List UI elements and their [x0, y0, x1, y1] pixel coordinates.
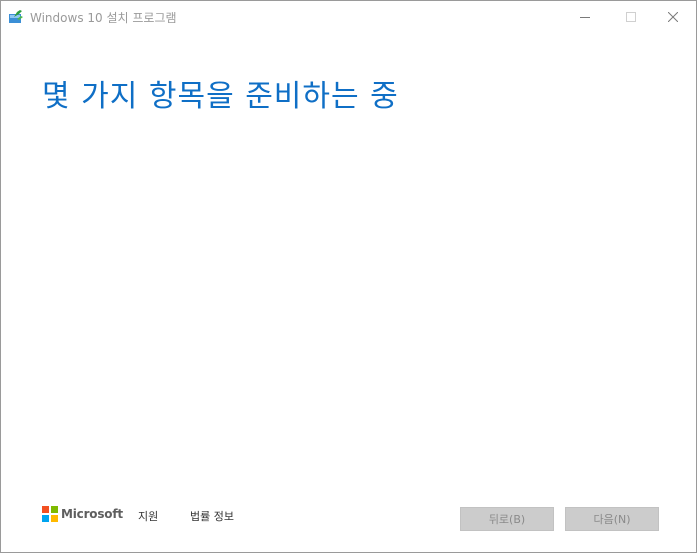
minimize-button[interactable] [562, 1, 608, 32]
close-button[interactable] [650, 1, 696, 32]
back-button[interactable]: 뒤로(B) [460, 507, 554, 531]
maximize-icon [626, 11, 636, 22]
setup-app-icon [8, 9, 24, 23]
legal-info-link[interactable]: 법률 정보 [190, 508, 234, 524]
support-link[interactable]: 지원 [138, 508, 158, 524]
minimize-icon [580, 12, 590, 22]
microsoft-logo: Microsoft [42, 506, 123, 522]
window-title: Windows 10 설치 프로그램 [30, 11, 177, 25]
setup-window: Windows 10 설치 프로그램 몇 가지 항목을 준비하는 중 Micro… [0, 0, 697, 553]
page-heading: 몇 가지 항목을 준비하는 중 [42, 79, 399, 114]
close-icon [668, 11, 678, 22]
next-button[interactable]: 다음(N) [565, 507, 659, 531]
microsoft-wordmark: Microsoft [61, 507, 123, 521]
title-bar: Windows 10 설치 프로그램 [1, 1, 696, 32]
maximize-button[interactable] [608, 1, 654, 32]
microsoft-squares-icon [42, 506, 58, 522]
